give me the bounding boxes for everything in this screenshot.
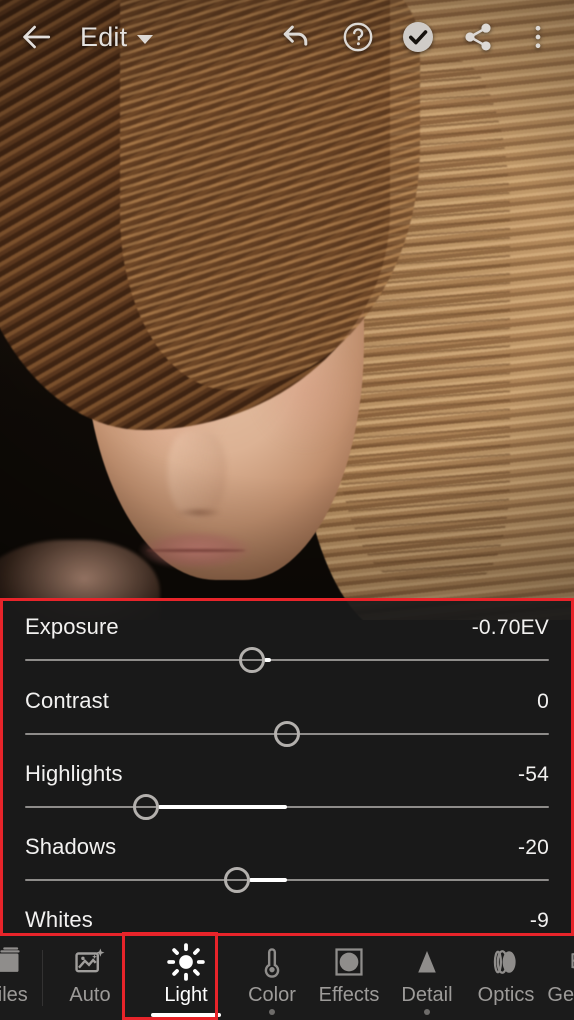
nav-tab-optics[interactable]: Optics (466, 936, 546, 1020)
nav-tab-label: Detail (401, 984, 453, 1006)
slider-fill (249, 878, 287, 882)
nav-tab-dot (269, 1009, 275, 1015)
slider-track[interactable] (25, 659, 549, 661)
share-button[interactable] (450, 9, 506, 65)
slider-track[interactable] (25, 806, 549, 808)
done-button[interactable] (390, 9, 446, 65)
top-toolbar: Edit (0, 0, 574, 74)
nav-tab-label: Auto (69, 984, 111, 1006)
lightroom-edit-screen: Edit Exposure -0.70EV Contrast 0 Highlig… (0, 0, 574, 1020)
slider-value: 0 (537, 690, 549, 713)
slider-track[interactable] (25, 879, 549, 881)
photo-vignette (0, 0, 574, 620)
slider-thumb[interactable] (274, 721, 300, 747)
triangle-icon (410, 942, 444, 982)
nav-tab-color[interactable]: Color (234, 936, 310, 1020)
nav-tab-geomet[interactable]: Geomet★ (546, 936, 574, 1020)
slider-value: -54 (518, 763, 549, 786)
nav-tab-dot (424, 1009, 430, 1015)
chevron-down-icon (137, 34, 154, 44)
nav-tab-label: files (0, 984, 28, 1006)
lens-icon (489, 942, 523, 982)
nav-tab-label: Color (248, 984, 296, 1006)
nav-tab-detail[interactable]: Detail (388, 936, 466, 1020)
slider-label: Highlights (25, 761, 123, 786)
edit-mode-dropdown[interactable]: Edit (80, 21, 154, 53)
active-tab-indicator (151, 1013, 221, 1017)
photo-preview[interactable] (0, 0, 574, 620)
page-title: Edit (80, 21, 128, 52)
arrow-left-icon[interactable] (6, 7, 66, 67)
slider-value: -9 (529, 909, 549, 932)
auto-icon (73, 942, 107, 982)
vignette-icon (332, 942, 366, 982)
nav-tab-files[interactable]: files (0, 936, 42, 1020)
thermometer-icon (255, 942, 289, 982)
slider-value: -0.70EV (471, 616, 549, 639)
slider-exposure[interactable]: Exposure -0.70EV (3, 601, 571, 675)
nav-tab-label: Geomet (547, 984, 574, 1006)
nav-tab-label: Light (164, 984, 208, 1006)
edit-tool-tabbar: files Auto Light Color Effects Detail Optics Ge… (0, 936, 574, 1020)
nav-tab-label: Effects (318, 984, 380, 1006)
slider-label: Whites (25, 907, 93, 932)
sun-icon (166, 942, 206, 982)
slider-label: Contrast (25, 688, 109, 713)
light-adjustment-panel: Exposure -0.70EV Contrast 0 Highlights -… (0, 598, 574, 936)
slider-label: Shadows (25, 834, 117, 859)
more-options-button[interactable] (510, 9, 566, 65)
slider-value: -20 (518, 836, 549, 859)
nav-tab-label: Optics (477, 984, 535, 1006)
undo-button[interactable] (270, 9, 326, 65)
help-button[interactable] (330, 9, 386, 65)
slider-whites[interactable]: Whites -9 (3, 894, 571, 933)
profiles-icon (0, 942, 27, 982)
slider-fill (264, 658, 272, 662)
slider-highlights[interactable]: Highlights -54 (3, 748, 571, 821)
slider-label: Exposure (25, 614, 119, 639)
slider-shadows[interactable]: Shadows -20 (3, 821, 571, 894)
nav-tab-light[interactable]: Light (138, 936, 234, 1020)
slider-thumb[interactable] (132, 794, 159, 820)
nav-tab-effects[interactable]: Effects (310, 936, 388, 1020)
nav-tab-auto[interactable]: Auto (42, 936, 138, 1020)
slider-thumb[interactable] (238, 647, 265, 673)
nav-divider (42, 950, 43, 1006)
slider-fill (158, 805, 287, 809)
geometry-icon (566, 942, 574, 982)
slider-thumb[interactable] (223, 867, 250, 893)
slider-contrast[interactable]: Contrast 0 (3, 675, 571, 748)
